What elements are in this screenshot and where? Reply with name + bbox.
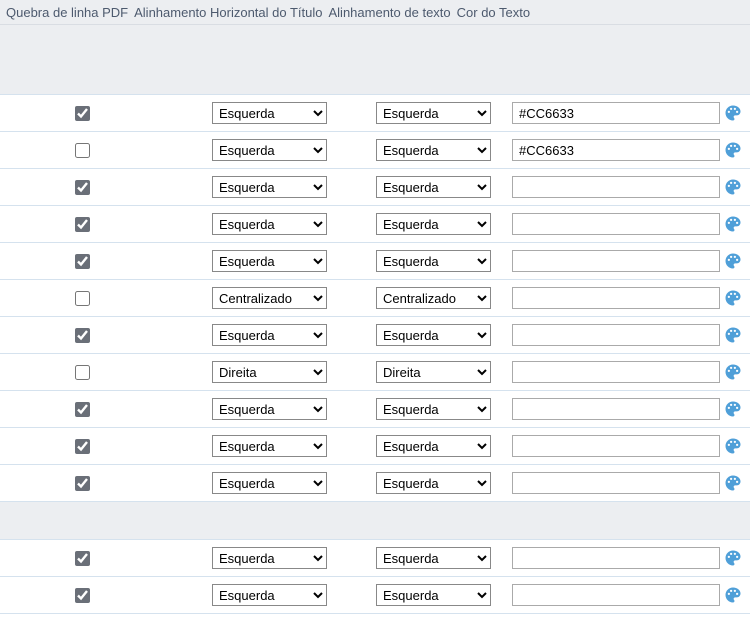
line-break-checkbox[interactable] [75, 254, 90, 269]
title-alignment-select[interactable]: EsquerdaCentralizadoDireita [212, 361, 327, 383]
line-break-checkbox[interactable] [75, 365, 90, 380]
table-header: Quebra de linha PDF Alinhamento Horizont… [0, 0, 750, 25]
table-row: EsquerdaCentralizadoDireita EsquerdaCentr… [0, 132, 750, 169]
palette-icon[interactable] [724, 289, 742, 307]
table-row: EsquerdaCentralizadoDireita EsquerdaCentr… [0, 465, 750, 502]
palette-icon[interactable] [724, 474, 742, 492]
text-alignment-select[interactable]: EsquerdaCentralizadoDireita [376, 472, 491, 494]
text-alignment-select[interactable]: EsquerdaCentralizadoDireita [376, 435, 491, 457]
palette-icon[interactable] [724, 586, 742, 604]
header-cor-texto: Cor do Texto [454, 1, 533, 24]
palette-icon[interactable] [724, 104, 742, 122]
text-color-input[interactable] [512, 139, 720, 161]
table-row-partial [0, 614, 750, 624]
text-color-input[interactable] [512, 584, 720, 606]
title-alignment-select[interactable]: EsquerdaCentralizadoDireita [212, 472, 327, 494]
palette-icon[interactable] [724, 437, 742, 455]
text-alignment-select[interactable]: EsquerdaCentralizadoDireita [376, 398, 491, 420]
header-alinhamento-titulo: Alinhamento Horizontal do Título [131, 1, 325, 24]
table-row: EsquerdaCentralizadoDireita EsquerdaCentr… [0, 243, 750, 280]
text-color-input[interactable] [512, 102, 720, 124]
group-spacer [0, 25, 750, 95]
palette-icon[interactable] [724, 178, 742, 196]
table-row: EsquerdaCentralizadoDireita EsquerdaCentr… [0, 317, 750, 354]
line-break-checkbox[interactable] [75, 476, 90, 491]
title-alignment-select[interactable]: EsquerdaCentralizadoDireita [212, 324, 327, 346]
palette-icon[interactable] [724, 326, 742, 344]
text-alignment-select[interactable]: EsquerdaCentralizadoDireita [376, 547, 491, 569]
table-row: EsquerdaCentralizadoDireita EsquerdaCentr… [0, 280, 750, 317]
table-row: EsquerdaCentralizadoDireita EsquerdaCentr… [0, 354, 750, 391]
text-alignment-select[interactable]: EsquerdaCentralizadoDireita [376, 324, 491, 346]
title-alignment-select[interactable]: EsquerdaCentralizadoDireita [212, 250, 327, 272]
line-break-checkbox[interactable] [75, 106, 90, 121]
line-break-checkbox[interactable] [75, 291, 90, 306]
title-alignment-select[interactable]: EsquerdaCentralizadoDireita [212, 213, 327, 235]
text-alignment-select[interactable]: EsquerdaCentralizadoDireita [376, 213, 491, 235]
line-break-checkbox[interactable] [75, 143, 90, 158]
text-color-input[interactable] [512, 361, 720, 383]
palette-icon[interactable] [724, 400, 742, 418]
line-break-checkbox[interactable] [75, 588, 90, 603]
text-alignment-select[interactable]: EsquerdaCentralizadoDireita [376, 250, 491, 272]
line-break-checkbox[interactable] [75, 551, 90, 566]
text-alignment-select[interactable]: EsquerdaCentralizadoDireita [376, 287, 491, 309]
table-row: EsquerdaCentralizadoDireita EsquerdaCentr… [0, 95, 750, 132]
palette-icon[interactable] [724, 252, 742, 270]
palette-icon[interactable] [724, 215, 742, 233]
text-alignment-select[interactable]: EsquerdaCentralizadoDireita [376, 176, 491, 198]
text-alignment-select[interactable]: EsquerdaCentralizadoDireita [376, 102, 491, 124]
line-break-checkbox[interactable] [75, 180, 90, 195]
line-break-checkbox[interactable] [75, 439, 90, 454]
table-row: EsquerdaCentralizadoDireita EsquerdaCentr… [0, 540, 750, 577]
title-alignment-select[interactable]: EsquerdaCentralizadoDireita [212, 584, 327, 606]
text-color-input[interactable] [512, 176, 720, 198]
text-color-input[interactable] [512, 324, 720, 346]
text-color-input[interactable] [512, 435, 720, 457]
table-row: EsquerdaCentralizadoDireita EsquerdaCentr… [0, 169, 750, 206]
text-alignment-select[interactable]: EsquerdaCentralizadoDireita [376, 139, 491, 161]
title-alignment-select[interactable]: EsquerdaCentralizadoDireita [212, 176, 327, 198]
text-alignment-select[interactable]: EsquerdaCentralizadoDireita [376, 361, 491, 383]
title-alignment-select[interactable]: EsquerdaCentralizadoDireita [212, 398, 327, 420]
table-row: EsquerdaCentralizadoDireita EsquerdaCentr… [0, 577, 750, 614]
title-alignment-select[interactable]: EsquerdaCentralizadoDireita [212, 287, 327, 309]
title-alignment-select[interactable]: EsquerdaCentralizadoDireita [212, 435, 327, 457]
text-color-input[interactable] [512, 250, 720, 272]
title-alignment-select[interactable]: EsquerdaCentralizadoDireita [212, 139, 327, 161]
palette-icon[interactable] [724, 363, 742, 381]
text-alignment-select[interactable]: EsquerdaCentralizadoDireita [376, 584, 491, 606]
line-break-checkbox[interactable] [75, 217, 90, 232]
line-break-checkbox[interactable] [75, 328, 90, 343]
text-color-input[interactable] [512, 398, 720, 420]
text-color-input[interactable] [512, 213, 720, 235]
title-alignment-select[interactable]: EsquerdaCentralizadoDireita [212, 547, 327, 569]
header-quebra-linha: Quebra de linha PDF [0, 1, 131, 24]
line-break-checkbox[interactable] [75, 402, 90, 417]
table-row: EsquerdaCentralizadoDireita EsquerdaCentr… [0, 206, 750, 243]
text-color-input[interactable] [512, 472, 720, 494]
table-row: EsquerdaCentralizadoDireita EsquerdaCentr… [0, 428, 750, 465]
palette-icon[interactable] [724, 549, 742, 567]
text-color-input[interactable] [512, 547, 720, 569]
title-alignment-select[interactable]: EsquerdaCentralizadoDireita [212, 102, 327, 124]
table-row: EsquerdaCentralizadoDireita EsquerdaCentr… [0, 391, 750, 428]
text-color-input[interactable] [512, 287, 720, 309]
header-alinhamento-texto: Alinhamento de texto [326, 1, 454, 24]
palette-icon[interactable] [724, 141, 742, 159]
group-spacer [0, 502, 750, 540]
